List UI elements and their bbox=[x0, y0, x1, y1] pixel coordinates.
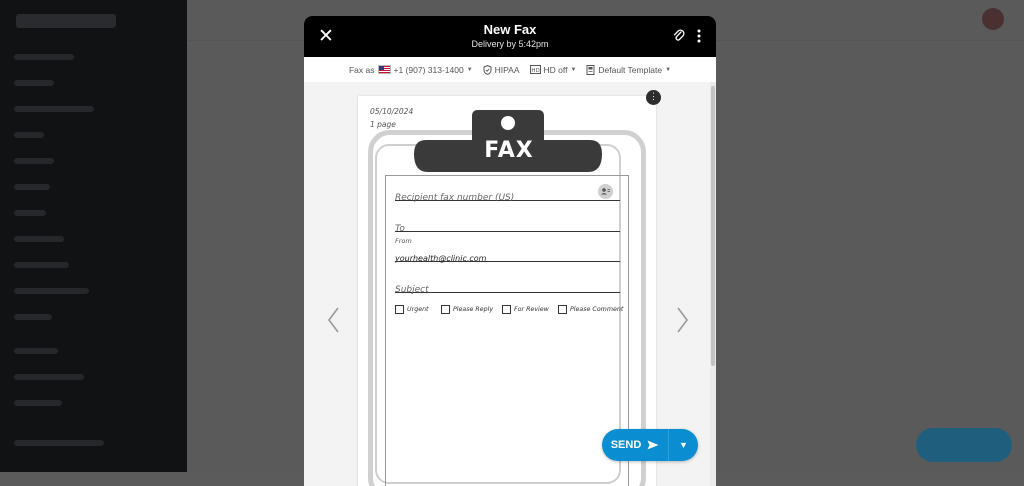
from-label: From bbox=[395, 237, 412, 245]
caret-down-icon: ▼ bbox=[665, 66, 672, 73]
checkbox-label: For Review bbox=[514, 306, 549, 313]
paperclip-icon[interactable] bbox=[672, 28, 686, 44]
fax-as-label: Fax as bbox=[348, 64, 375, 75]
page-date: 05/10/2024 bbox=[370, 107, 414, 116]
more-vertical-icon[interactable] bbox=[692, 28, 706, 44]
checkbox-label: Please Comment bbox=[570, 306, 624, 313]
background-logo bbox=[16, 14, 116, 28]
shield-icon bbox=[483, 64, 492, 75]
checkbox-box[interactable] bbox=[558, 305, 567, 314]
new-fax-modal: ✕ New Fax Delivery by 5:42pm Fax as +1 (… bbox=[304, 16, 716, 486]
hipaa-label: HIPAA bbox=[494, 64, 520, 75]
caret-down-icon: ▼ bbox=[679, 440, 688, 450]
background-nav-item bbox=[14, 132, 44, 138]
fax-as-number: +1 (907) 313-1400 bbox=[393, 64, 464, 75]
us-flag-icon bbox=[377, 65, 391, 74]
template-label: Default Template bbox=[598, 64, 663, 75]
contacts-icon[interactable] bbox=[598, 184, 613, 199]
background-nav-item bbox=[14, 210, 46, 216]
fax-heading: FAX bbox=[484, 138, 534, 163]
background-nav-item bbox=[14, 400, 62, 406]
background-nav-item bbox=[14, 158, 54, 164]
background-nav-item bbox=[14, 184, 50, 190]
checkbox-row: Urgent Please Reply For Review Please Co… bbox=[395, 305, 623, 314]
send-options-button[interactable]: ▼ bbox=[669, 429, 698, 461]
hd-icon: HD bbox=[529, 65, 541, 74]
subject-field[interactable]: Subject bbox=[395, 277, 620, 295]
please-reply-checkbox[interactable]: Please Reply bbox=[441, 305, 502, 314]
chevron-left-icon[interactable] bbox=[324, 306, 344, 334]
recipient-fax-placeholder: Recipient fax number (US) bbox=[395, 193, 515, 203]
scrollbar-thumb[interactable] bbox=[711, 86, 715, 366]
document-icon bbox=[586, 64, 595, 75]
hd-selector[interactable]: HD HD off ▼ bbox=[529, 64, 577, 75]
to-label: To bbox=[395, 224, 405, 234]
modal-title: New Fax bbox=[483, 22, 537, 37]
send-label: SEND bbox=[610, 439, 642, 451]
background-nav-item bbox=[14, 262, 69, 268]
background-nav-item bbox=[14, 374, 84, 380]
background-nav-item bbox=[14, 106, 94, 112]
checkbox-label: Urgent bbox=[407, 306, 429, 313]
urgent-checkbox[interactable]: Urgent bbox=[395, 305, 441, 314]
avatar bbox=[982, 8, 1004, 30]
from-value: yourhealth@clinic.com bbox=[395, 254, 487, 263]
page-count: 1 page bbox=[370, 120, 396, 129]
background-nav-item bbox=[14, 440, 104, 446]
send-button[interactable]: SEND bbox=[602, 429, 668, 461]
fax-options-bar: Fax as +1 (907) 313-1400 ▼ HIPAA HD HD o… bbox=[304, 57, 716, 83]
background-sidebar bbox=[0, 0, 187, 472]
modal-header: ✕ New Fax Delivery by 5:42pm bbox=[304, 16, 716, 57]
checkbox-box[interactable] bbox=[502, 305, 511, 314]
background-nav-item bbox=[14, 288, 89, 294]
please-comment-checkbox[interactable]: Please Comment bbox=[558, 305, 623, 314]
for-review-checkbox[interactable]: For Review bbox=[502, 305, 558, 314]
send-button-group: SEND ▼ bbox=[602, 429, 698, 461]
template-selector[interactable]: Default Template ▼ bbox=[586, 64, 672, 75]
background-nav-item bbox=[14, 348, 58, 354]
background-fab bbox=[916, 428, 1012, 462]
page-more-icon[interactable]: ⋮ bbox=[646, 90, 661, 105]
from-field[interactable]: yourhealth@clinic.com bbox=[395, 246, 620, 263]
send-icon bbox=[647, 440, 659, 450]
checkbox-label: Please Reply bbox=[453, 306, 494, 313]
fax-as-selector[interactable]: Fax as +1 (907) 313-1400 ▼ bbox=[349, 65, 473, 75]
caret-down-icon: ▼ bbox=[466, 66, 473, 73]
checkbox-box[interactable] bbox=[441, 305, 450, 314]
checkbox-box[interactable] bbox=[395, 305, 404, 314]
background-nav-item bbox=[14, 54, 74, 60]
background-nav-item bbox=[14, 80, 54, 86]
fax-cover-page: 05/10/2024 1 page FAX Recipient fax numb… bbox=[358, 96, 656, 486]
background-nav-item bbox=[14, 236, 64, 242]
hd-label: HD off bbox=[543, 64, 568, 75]
background-nav-item bbox=[14, 314, 52, 320]
to-field[interactable]: To bbox=[395, 216, 620, 234]
subject-label: Subject bbox=[395, 285, 429, 295]
caret-down-icon: ▼ bbox=[570, 66, 577, 73]
svg-text:HD: HD bbox=[531, 68, 539, 74]
chevron-right-icon[interactable] bbox=[672, 306, 692, 334]
hipaa-toggle[interactable]: HIPAA bbox=[483, 65, 520, 75]
delivery-time: Delivery by 5:42pm bbox=[471, 39, 549, 49]
recipient-fax-field[interactable]: Recipient fax number (US) bbox=[395, 185, 620, 203]
